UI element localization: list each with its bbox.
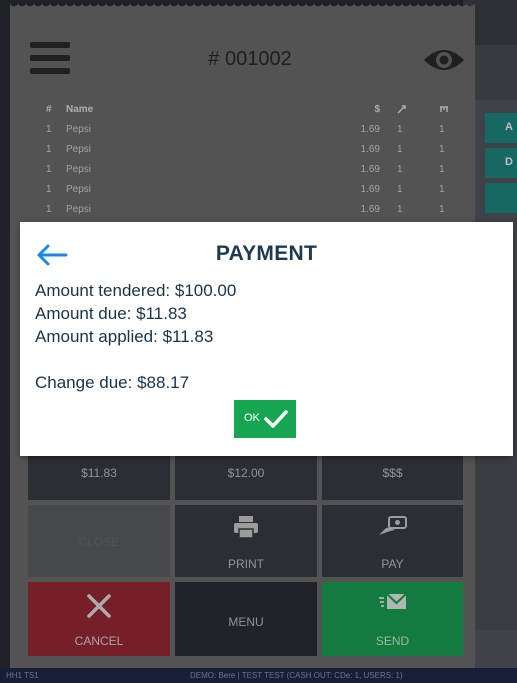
dialog-title: PAYMENT [215,242,318,265]
ok-label: OK [244,412,260,424]
amount-applied: Amount applied: $11.83 [35,327,214,346]
ok-button[interactable]: OK [234,400,296,438]
payment-dialog: PAYMENT Amount tendered: $100.00 Amount … [20,222,513,456]
amount-due: Amount due: $11.83 [35,304,187,323]
check-icon [264,410,288,428]
change-due: Change due: $88.17 [35,373,190,392]
amount-tendered: Amount tendered: $100.00 [35,281,237,300]
